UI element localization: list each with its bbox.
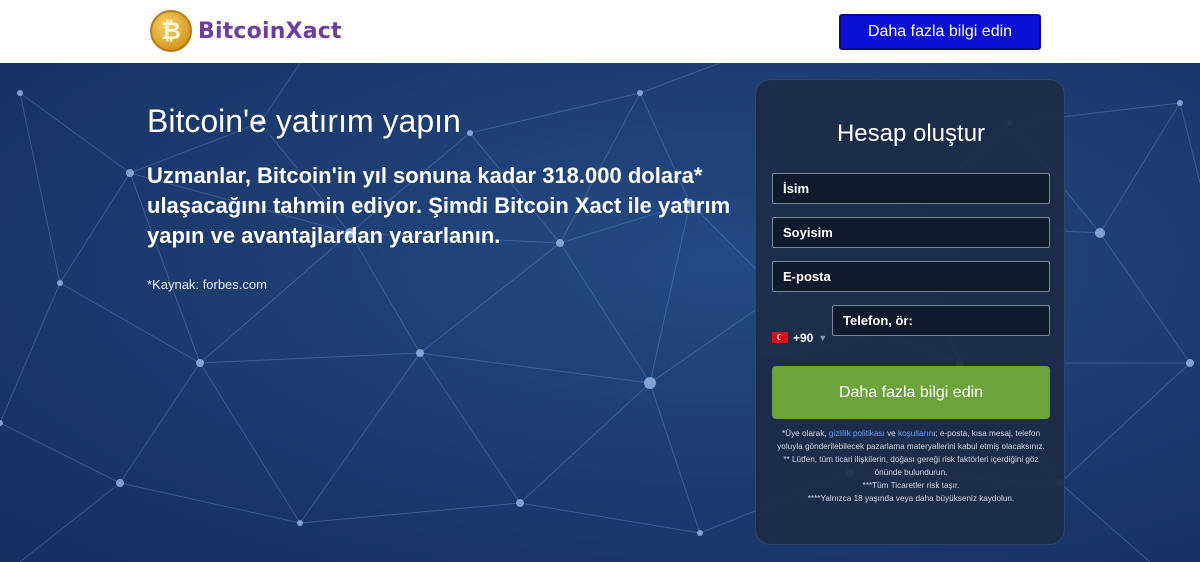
hero-source-note: *Kaynak: forbes.com — [147, 277, 267, 292]
form-disclaimer: *Üye olarak, gizlilik politikası ve koşu… — [774, 427, 1048, 505]
bitcoin-coin-icon: ₿ — [150, 10, 192, 52]
form-title: Hesap oluştur — [836, 120, 986, 147]
header-learn-more-button[interactable]: Daha fazla bilgi edin — [839, 14, 1041, 50]
chevron-down-icon: ▼ — [818, 332, 828, 343]
phone-country-code: +90 — [793, 330, 814, 345]
last-name-field[interactable]: Soyisim — [772, 217, 1050, 248]
email-field[interactable]: E-posta — [772, 261, 1050, 292]
turkey-flag-icon: ☾ — [772, 332, 788, 343]
first-name-field[interactable]: İsim — [772, 173, 1050, 204]
phone-country-select[interactable]: ☾ +90 ▼ — [772, 322, 830, 353]
disclaimer-line-2: ** Lütfen, tüm ticari ilişkilerin, doğas… — [783, 455, 1039, 477]
disclaimer-line-3: ***Tüm Ticaretler risk taşır. — [862, 481, 960, 490]
terms-link[interactable]: koşulların — [898, 429, 933, 438]
phone-field[interactable]: Telefon, ör: — [832, 305, 1050, 336]
disclaimer-line-1: *Üye olarak, gizlilik politikası ve koşu… — [777, 429, 1045, 451]
submit-button[interactable]: Daha fazla bilgi edin — [772, 366, 1050, 419]
hero-headline: Bitcoin'e yatırım yapın — [147, 103, 461, 139]
site-header: ₿ BitcoinXact Daha fazla bilgi edin — [0, 0, 1200, 63]
signup-form: Hesap oluştur İsim Soyisim E-posta ☾ +90… — [755, 79, 1065, 545]
disclaimer-line-4: ****Yalnızca 18 yaşında veya daha büyüks… — [807, 494, 1015, 503]
hero-subtext: Uzmanlar, Bitcoin'in yıl sonuna kadar 31… — [147, 163, 731, 248]
logo-text: BitcoinXact — [198, 18, 342, 44]
logo[interactable]: ₿ BitcoinXact — [150, 10, 342, 52]
hero-section: Bitcoin'e yatırım yapın Uzmanlar, Bitcoi… — [0, 63, 1200, 562]
privacy-policy-link[interactable]: gizlilik politikası — [829, 429, 885, 438]
